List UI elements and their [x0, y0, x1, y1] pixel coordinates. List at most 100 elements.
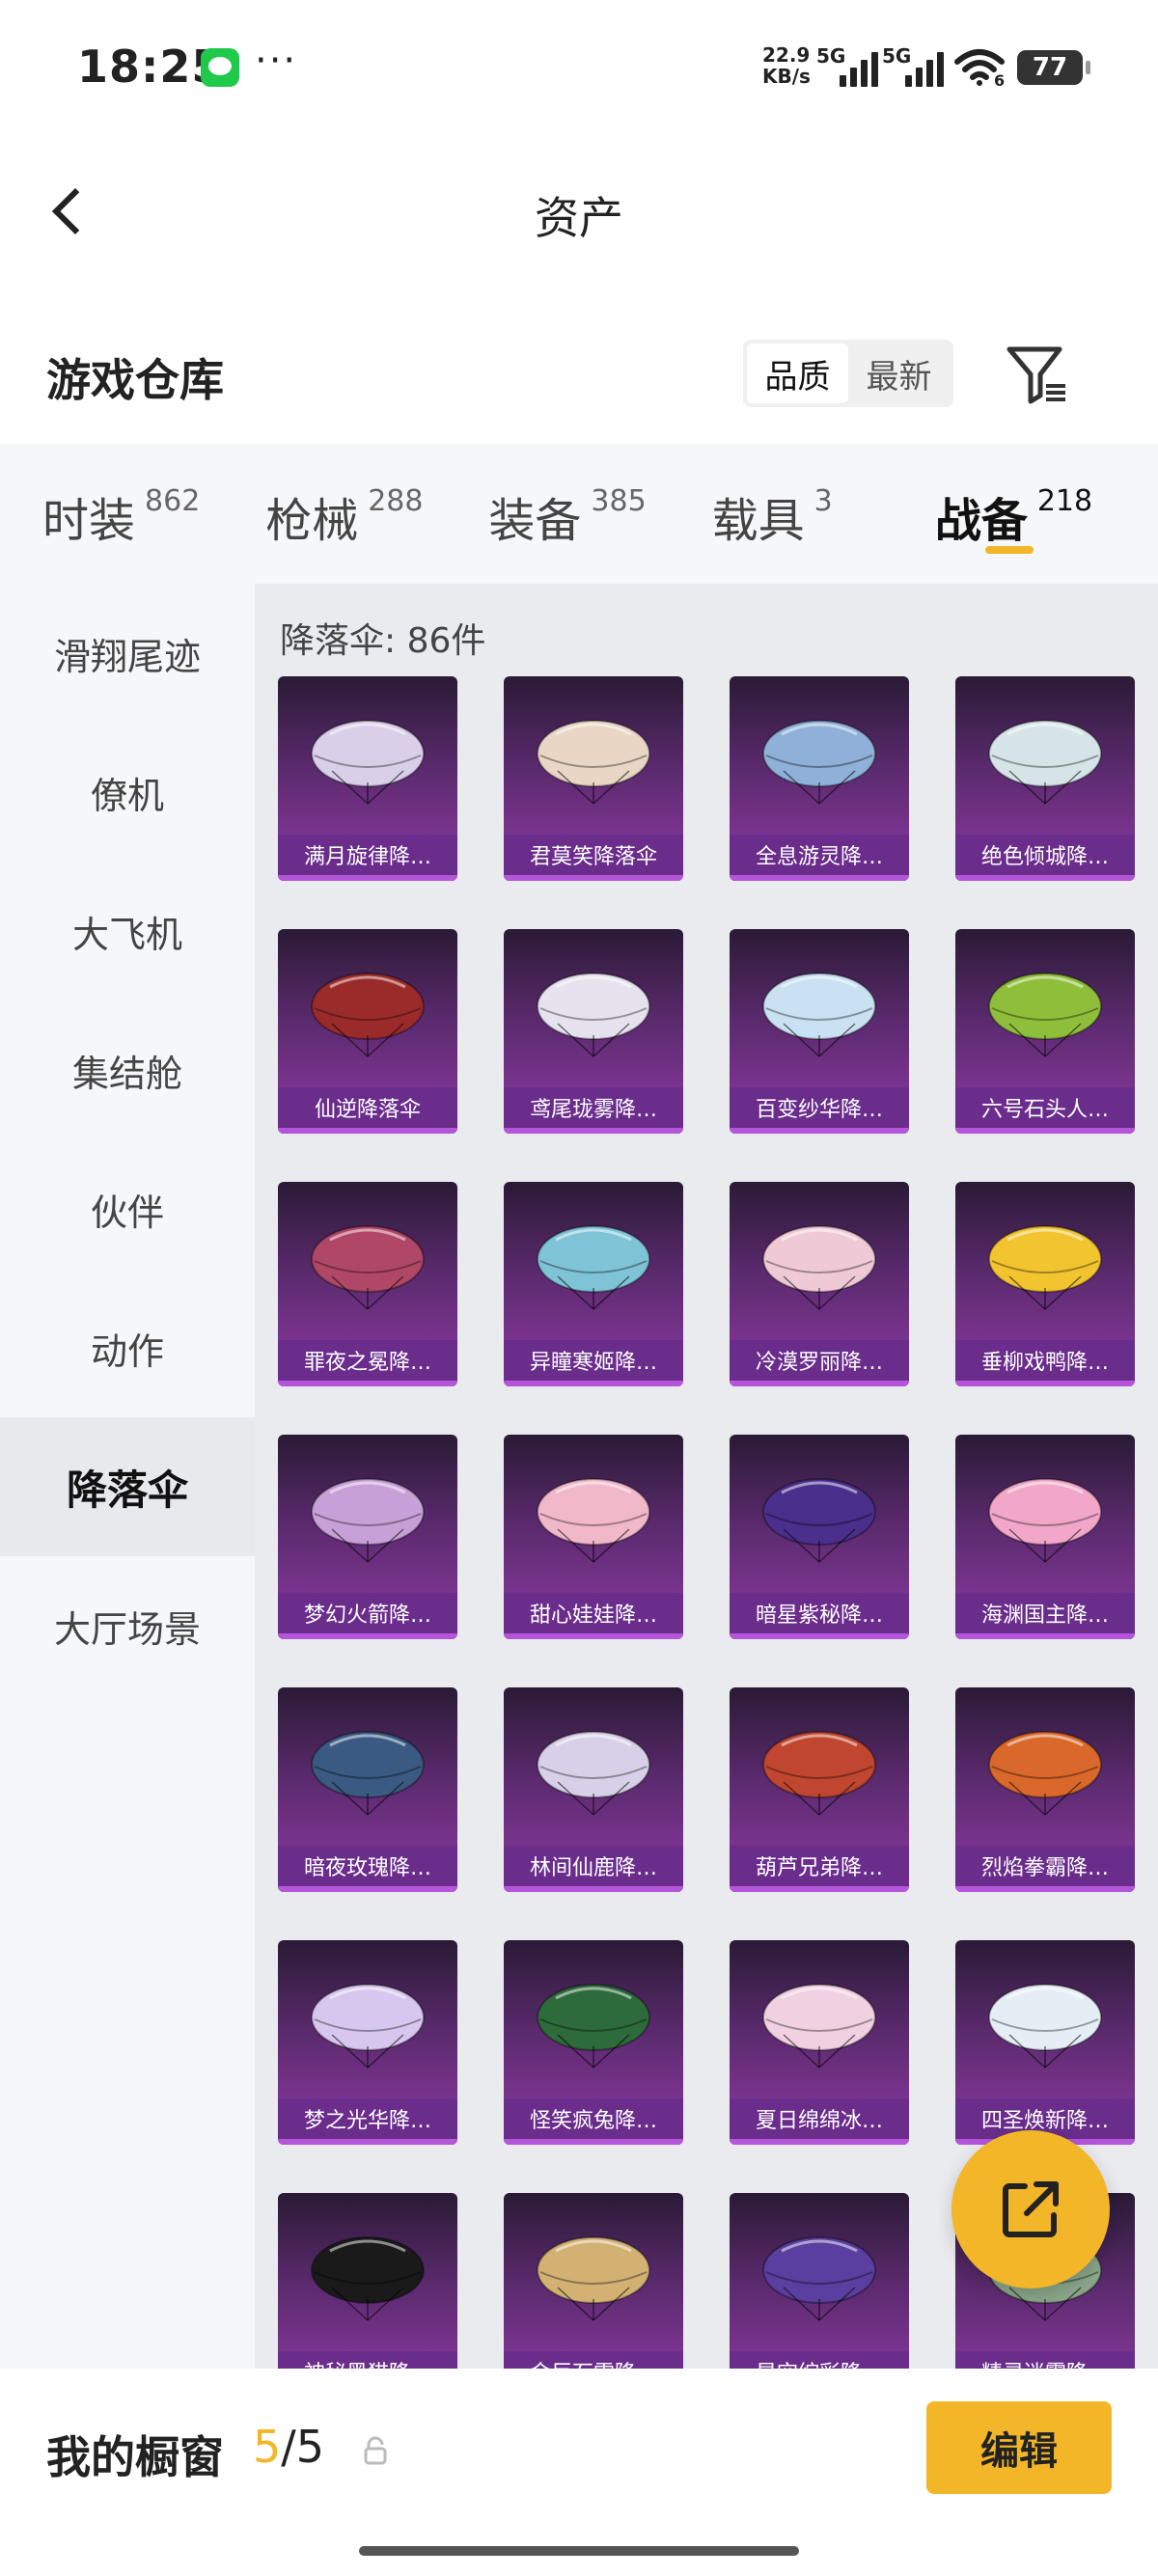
parachute-image [537, 973, 650, 1057]
parachute-image [537, 1984, 650, 2069]
item-grid-panel: 降落伞: 86件 满月旋律降… 君莫笑降落伞 全息游灵降… 绝色倾城降… 仙逆降落伞 鸢尾… [255, 584, 1158, 2369]
parachute-card[interactable]: 神秘黑猫降… [278, 2193, 457, 2369]
card-name: 夏日绵绵冰… [755, 2109, 883, 2133]
parachute-card[interactable]: 暗星紫秘降… [730, 1435, 909, 1639]
parachute-card[interactable]: 异瞳寒姬降… [504, 1182, 683, 1386]
card-name-bar: 怪笑疯兔降… [504, 2098, 683, 2145]
sidebar-item-lobby-scene[interactable]: 大厅场景 [0, 1556, 255, 1695]
tab-vehicles[interactable]: 载具 3 [712, 444, 935, 584]
sidebar-item-companion[interactable]: 伙伴 [0, 1139, 255, 1278]
page-title: 资产 [535, 192, 623, 244]
card-name: 梦之光华降… [303, 2109, 431, 2133]
parachute-card[interactable]: 仙逆降落伞 [278, 929, 457, 1134]
card-name: 神秘黑猫降… [304, 2356, 431, 2369]
parachute-card[interactable]: 梦之光华降… [278, 1940, 457, 2145]
message-app-icon [201, 48, 239, 87]
card-name: 甜心娃娃降… [529, 1603, 657, 1628]
sidebar-item-parachute[interactable]: 降落伞 [0, 1417, 255, 1556]
parachute-card[interactable]: 四圣焕新降… [955, 1940, 1135, 2145]
sidebar-item-airplane[interactable]: 大飞机 [0, 862, 255, 1000]
parachute-image [762, 973, 876, 1057]
sort-by-newest-button[interactable]: 最新 [848, 343, 950, 403]
parachute-image [537, 2236, 650, 2321]
parachute-card[interactable]: 怪笑疯兔降… [504, 1940, 683, 2145]
parachute-card[interactable]: 星空绽彩降… [730, 2193, 909, 2369]
parachute-card[interactable]: 金巨石雷降… [504, 2193, 683, 2369]
parachute-image [762, 1478, 876, 1563]
slots-current: 5 [253, 2421, 282, 2473]
tab-fashion[interactable]: 时装 862 [42, 444, 265, 584]
share-button[interactable] [951, 2130, 1110, 2288]
parachute-card[interactable]: 夏日绵绵冰… [730, 1940, 909, 2145]
parachute-image [311, 720, 425, 805]
parachute-card[interactable]: 冷漠罗丽降… [730, 1182, 909, 1386]
parachute-image [988, 1225, 1102, 1310]
card-name-bar: 梦之光华降… [278, 2098, 457, 2145]
parachute-image [762, 2236, 876, 2321]
item-count-label: 降落伞: 86件 [280, 621, 486, 661]
parachute-card[interactable]: 六号石头人… [955, 929, 1135, 1134]
sidebar-item-rally-pod[interactable]: 集结舱 [0, 1000, 255, 1139]
card-name-bar: 君莫笑降落伞 [504, 835, 683, 881]
parachute-image [762, 720, 876, 805]
tab-combat-gear[interactable]: 战备 218 [935, 444, 1158, 584]
assets-page: 18:25 ··· 22.9 KB/s 5G 5G 6 77 资产 游戏仓库 品… [0, 0, 1158, 2576]
card-name: 星空绽彩降… [756, 2356, 883, 2369]
parachute-card[interactable]: 君莫笑降落伞 [504, 676, 683, 881]
card-name-bar: 暗夜玫瑰降… [278, 1846, 457, 1892]
tab-count: 3 [813, 484, 833, 518]
section-title: 游戏仓库 [46, 354, 224, 406]
card-name-bar: 全息游灵降… [730, 835, 909, 881]
parachute-card[interactable]: 鸢尾珑雾降… [504, 929, 683, 1134]
sidebar-item-glide-trail[interactable]: 滑翔尾迹 [0, 584, 255, 723]
card-name-bar: 绝色倾城降… [955, 835, 1135, 881]
card-name-bar: 冷漠罗丽降… [730, 1340, 909, 1386]
parachute-card[interactable]: 罪夜之冕降… [278, 1182, 457, 1386]
parachute-card[interactable]: 甜心娃娃降… [504, 1435, 683, 1639]
parachute-card[interactable]: 烈焰拳霸降… [955, 1687, 1135, 1892]
parachute-image [762, 1225, 876, 1310]
parachute-card[interactable]: 全息游灵降… [730, 676, 909, 881]
slots-total: 5 [295, 2421, 325, 2473]
filter-icon[interactable] [1004, 340, 1071, 407]
parachute-card[interactable]: 林间仙鹿降… [504, 1687, 683, 1892]
card-name: 暗夜玫瑰降… [303, 1856, 431, 1880]
parachute-card[interactable]: 绝色倾城降… [955, 676, 1135, 881]
parachute-card[interactable]: 暗夜玫瑰降… [278, 1687, 457, 1892]
slots-separator: / [281, 2421, 296, 2473]
card-name: 全息游灵降… [755, 845, 883, 869]
card-name-bar: 林间仙鹿降… [504, 1846, 683, 1892]
card-name-bar: 罪夜之冕降… [278, 1340, 457, 1386]
tab-weapons[interactable]: 枪械 288 [265, 444, 488, 584]
parachute-image [311, 1984, 425, 2069]
home-indicator [359, 2546, 799, 2556]
tab-label: 时装 [42, 494, 136, 548]
sidebar-item-emote[interactable]: 动作 [0, 1278, 255, 1417]
card-name: 海渊国主降… [980, 1603, 1109, 1628]
parachute-image [988, 720, 1102, 805]
parachute-card[interactable]: 百变纱华降… [730, 929, 909, 1134]
tab-equipment[interactable]: 装备 385 [488, 444, 711, 584]
network-speed-unit: KB/s [762, 65, 811, 88]
network-speed-value: 22.9 [762, 43, 811, 67]
tab-count: 288 [368, 484, 424, 518]
showcase-slots: 5/5 [253, 2421, 324, 2473]
parachute-card[interactable]: 满月旋律降… [278, 676, 457, 881]
card-name: 冷漠罗丽降… [755, 1351, 883, 1375]
edit-button[interactable]: 编辑 [926, 2401, 1112, 2494]
parachute-card[interactable]: 葫芦兄弟降… [730, 1687, 909, 1892]
parachute-image [988, 973, 1102, 1057]
tab-label: 枪械 [265, 494, 359, 548]
card-name: 君莫笑降落伞 [529, 845, 657, 869]
parachute-image [311, 1478, 425, 1563]
card-name: 梦幻火箭降… [303, 1603, 431, 1628]
card-name-bar: 星空绽彩降… [730, 2351, 909, 2369]
parachute-card[interactable]: 垂柳戏鸭降… [955, 1182, 1135, 1386]
sidebar-item-wingman[interactable]: 僚机 [0, 723, 255, 862]
card-name: 暗星紫秘降… [755, 1603, 883, 1628]
parachute-card[interactable]: 梦幻火箭降… [278, 1435, 457, 1639]
sort-by-quality-button[interactable]: 品质 [747, 343, 848, 403]
card-name-bar: 神秘黑猫降… [278, 2351, 457, 2369]
card-name: 百变纱华降… [755, 1098, 883, 1122]
parachute-card[interactable]: 海渊国主降… [955, 1435, 1135, 1639]
